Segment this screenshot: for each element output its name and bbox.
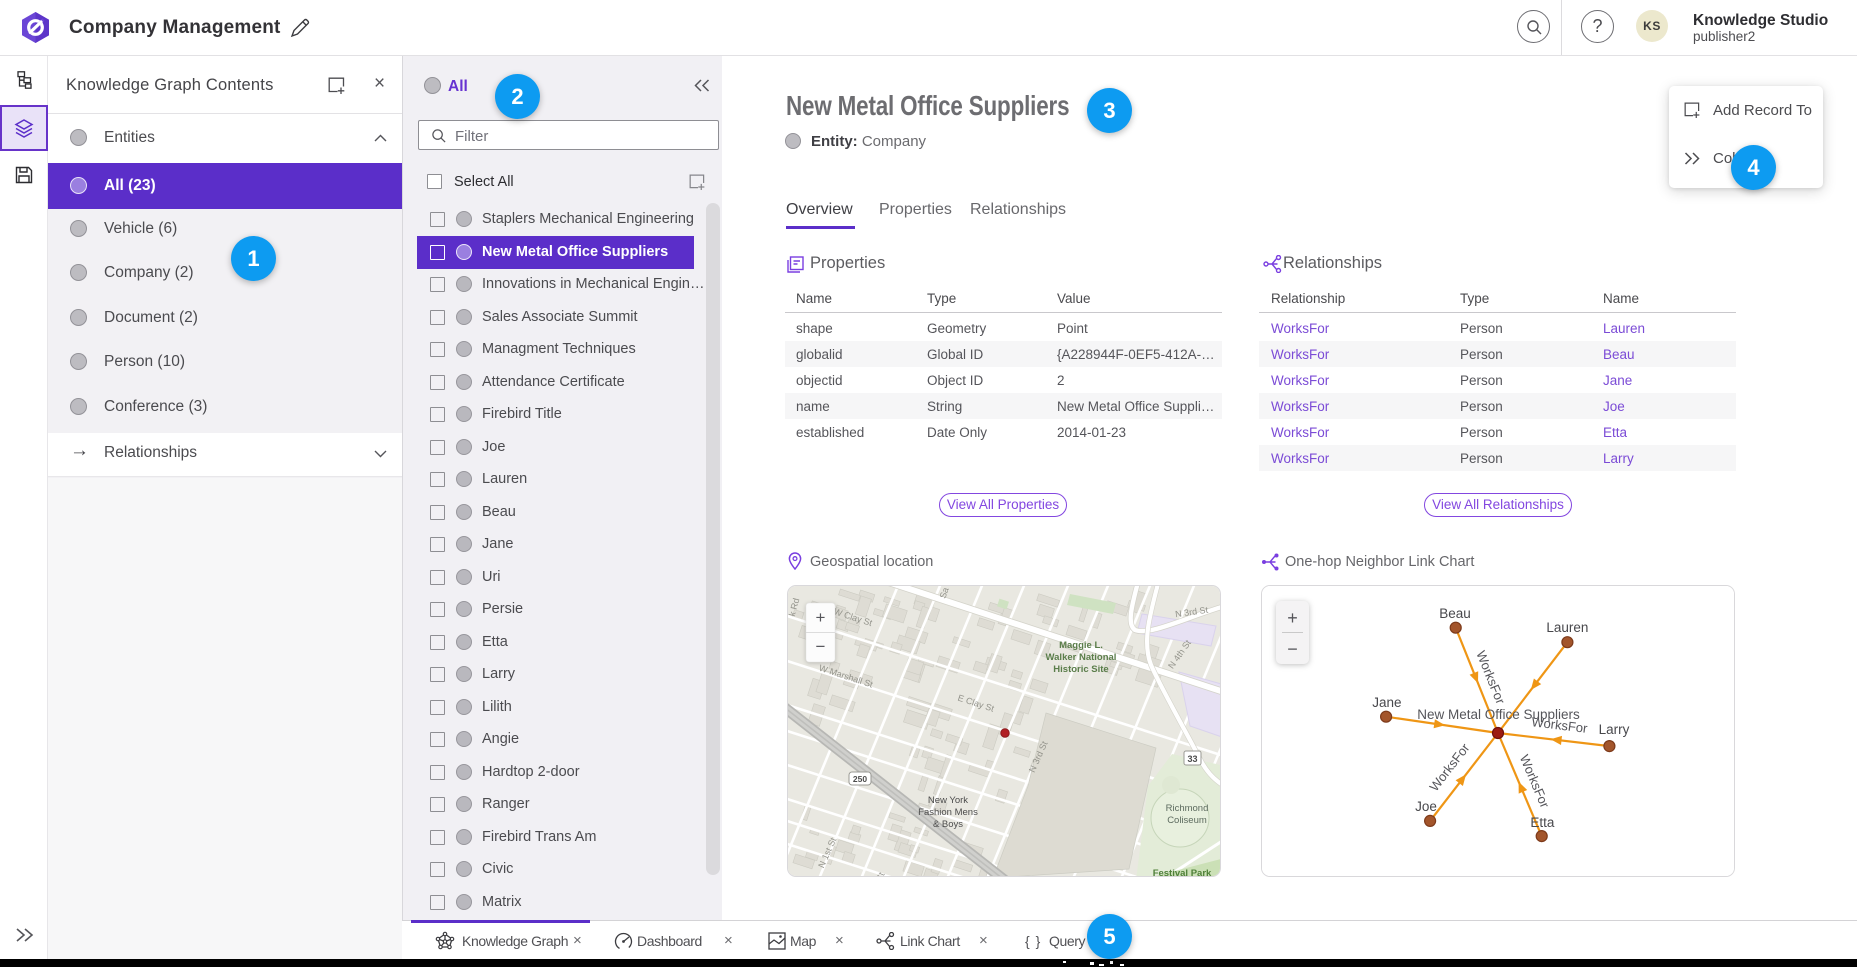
svg-text:Fashion Mens: Fashion Mens <box>918 807 978 818</box>
svg-text:250: 250 <box>853 774 867 784</box>
svg-text:Lauren: Lauren <box>1546 620 1588 635</box>
svg-text:−: − <box>816 637 826 656</box>
svg-text:New York: New York <box>928 795 968 806</box>
svg-text:Jane: Jane <box>1372 695 1401 710</box>
svg-text:+: + <box>1287 608 1298 628</box>
svg-text:Beau: Beau <box>1439 606 1471 621</box>
svg-text:Coliseum: Coliseum <box>1167 815 1207 826</box>
svg-text:Richmond: Richmond <box>1166 803 1209 814</box>
svg-text:Historic Site: Historic Site <box>1053 664 1108 675</box>
svg-text:Larry: Larry <box>1599 722 1630 737</box>
svg-text:Festival Park: Festival Park <box>1153 868 1212 876</box>
svg-text:Maggie L.: Maggie L. <box>1059 640 1103 651</box>
svg-text:33: 33 <box>1187 754 1197 764</box>
svg-text:Etta: Etta <box>1530 815 1555 830</box>
svg-text:−: − <box>1287 639 1298 659</box>
svg-text:Joe: Joe <box>1415 799 1437 814</box>
svg-text:+: + <box>816 608 826 627</box>
svg-text:& Boys: & Boys <box>933 819 963 830</box>
svg-text:Walker National: Walker National <box>1046 652 1117 663</box>
